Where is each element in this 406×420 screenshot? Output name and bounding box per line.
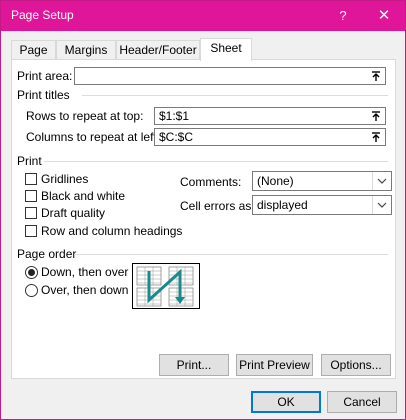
print-preview-button[interactable]: Print Preview	[236, 354, 313, 376]
page-order-heading: Page order	[17, 247, 77, 261]
rows-repeat-collapse-button[interactable]	[367, 109, 384, 123]
close-button[interactable]: ✕	[373, 5, 395, 27]
cell-errors-select[interactable]: displayed	[252, 195, 392, 215]
cancel-button[interactable]: Cancel	[327, 391, 397, 413]
tab-strip: Page Margins Header/Footer Sheet	[11, 38, 397, 61]
cell-errors-label: Cell errors as:	[180, 199, 255, 213]
comments-select[interactable]: (None)	[252, 171, 392, 191]
cols-repeat-field[interactable]	[154, 128, 386, 146]
over-then-down-radio[interactable]	[25, 284, 38, 297]
collapse-dialog-icon	[372, 70, 380, 81]
collapse-dialog-icon	[372, 110, 380, 121]
rows-repeat-input[interactable]	[155, 108, 369, 124]
page-order-divider	[74, 254, 388, 255]
chevron-down-icon[interactable]	[372, 172, 391, 190]
print-area-collapse-button[interactable]	[367, 69, 384, 83]
over-then-down-label[interactable]: Over, then down	[41, 283, 128, 297]
page-order-preview-icon	[132, 263, 200, 309]
dialog-title: Page Setup	[11, 8, 74, 22]
row-col-headings-checkbox[interactable]	[25, 225, 37, 237]
print-heading: Print	[17, 154, 42, 168]
gridlines-checkbox[interactable]	[25, 173, 37, 185]
tab-margins[interactable]: Margins	[56, 40, 116, 60]
print-titles-divider	[82, 95, 388, 96]
cols-repeat-label: Columns to repeat at left:	[26, 130, 161, 144]
rows-repeat-label: Rows to repeat at top:	[26, 109, 144, 123]
cell-errors-value: displayed	[257, 198, 308, 212]
down-then-over-radio[interactable]	[25, 266, 38, 279]
gridlines-label[interactable]: Gridlines	[41, 172, 88, 186]
print-area-input[interactable]	[75, 68, 369, 84]
ok-button[interactable]: OK	[251, 391, 321, 413]
print-area-field[interactable]	[74, 67, 386, 85]
tab-sheet[interactable]: Sheet	[200, 38, 252, 61]
help-button[interactable]: ?	[335, 6, 351, 26]
collapse-dialog-icon	[372, 131, 380, 142]
chevron-down-icon[interactable]	[372, 196, 391, 214]
page-setup-dialog: Page Setup ? ✕ Page Margins Header/Foote…	[0, 0, 406, 420]
options-button[interactable]: Options...	[321, 354, 391, 376]
title-bar[interactable]: Page Setup ? ✕	[1, 1, 405, 31]
tab-header-footer[interactable]: Header/Footer	[116, 40, 200, 60]
print-titles-heading: Print titles	[17, 88, 70, 102]
comments-label: Comments:	[180, 175, 242, 189]
black-white-label[interactable]: Black and white	[41, 189, 125, 203]
down-then-over-label[interactable]: Down, then over	[41, 265, 128, 279]
print-area-label: Print area:	[17, 69, 73, 83]
comments-value: (None)	[257, 174, 294, 188]
rows-repeat-field[interactable]	[154, 107, 386, 125]
cols-repeat-collapse-button[interactable]	[367, 130, 384, 144]
print-divider	[44, 161, 388, 162]
tab-page[interactable]: Page	[11, 40, 56, 60]
draft-quality-checkbox[interactable]	[25, 207, 37, 219]
cols-repeat-input[interactable]	[155, 129, 369, 145]
black-white-checkbox[interactable]	[25, 190, 37, 202]
draft-quality-label[interactable]: Draft quality	[41, 206, 105, 220]
sheet-panel: Print area: Print titles Rows to repeat …	[11, 59, 396, 379]
row-col-headings-label[interactable]: Row and column headings	[41, 224, 182, 238]
print-button[interactable]: Print...	[159, 354, 229, 376]
